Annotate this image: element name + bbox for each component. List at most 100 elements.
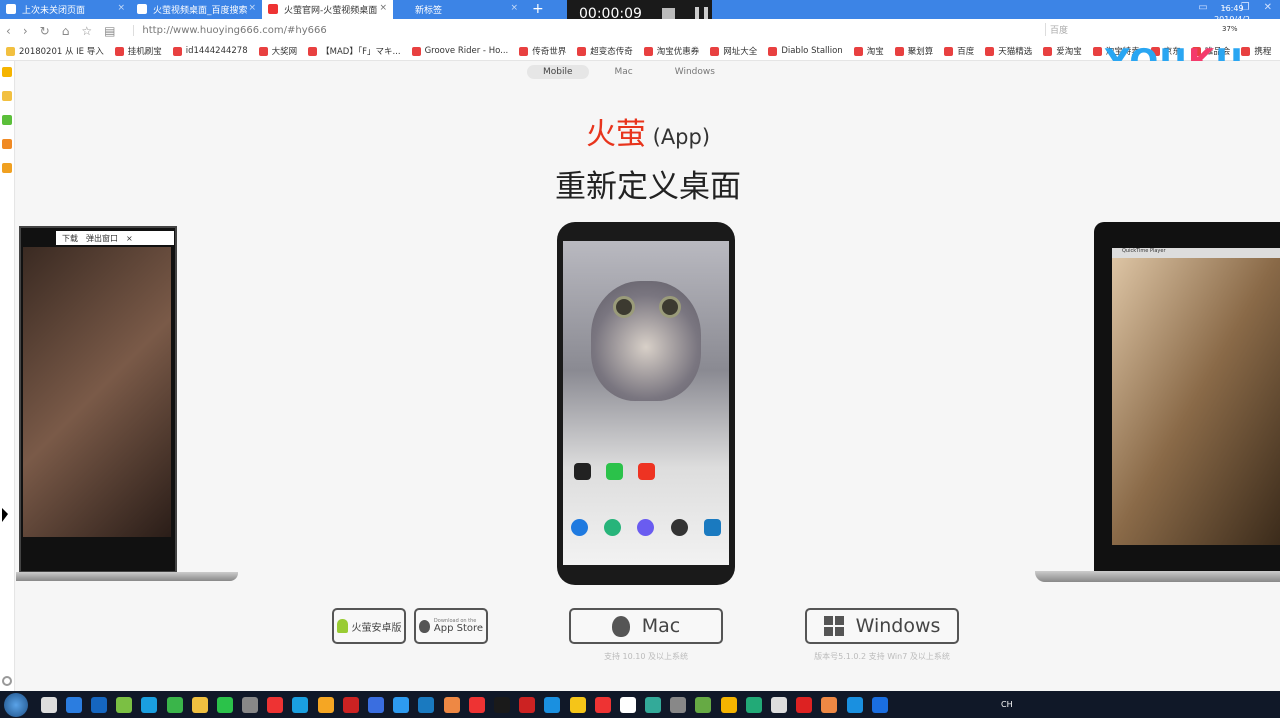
taskbar-app-icon[interactable] [720,696,737,713]
taskbar-app-icon[interactable] [267,696,284,713]
taskbar-app-icon[interactable] [645,696,662,713]
forward-icon[interactable]: › [23,24,28,38]
home-icon[interactable]: ⌂ [62,24,70,38]
new-tab-button[interactable]: + [524,0,552,19]
close-icon[interactable]: × [126,234,133,243]
weibo-icon[interactable] [2,163,12,173]
taskbar-app-icon[interactable] [393,696,410,713]
rss-icon[interactable] [2,139,12,149]
reload-icon[interactable]: ↻ [40,24,50,38]
taskbar-app-icon[interactable] [342,696,359,713]
bookmark-item[interactable]: 百度 [944,45,974,57]
taskbar-app-icon[interactable] [569,696,586,713]
game-icon[interactable] [2,115,12,125]
taskbar-app-icon[interactable] [871,696,888,713]
bookmark-item[interactable]: 携程 [1241,45,1271,57]
taskbar-app-icon[interactable] [166,696,183,713]
url-input[interactable]: http://www.huoying666.com/#hy666 [133,25,327,36]
bookmark-item[interactable]: 超变态传奇 [577,45,633,57]
tab-huoying[interactable]: 火萤官网-火萤视频桌面 × [262,0,393,19]
star-icon[interactable]: ☆ [81,24,92,38]
close-icon[interactable]: × [117,3,125,13]
taskbar-app-icon[interactable] [594,696,611,713]
bookmark-item[interactable]: id1444244278 [173,46,248,56]
bookmark-item[interactable]: 挂机刷宝 [115,45,162,57]
phone-icon[interactable] [571,519,589,536]
bookmark-item[interactable]: 传奇世界 [519,45,566,57]
app-store-button[interactable]: Download on the App Store [414,608,488,644]
camera-icon[interactable] [670,519,688,536]
taskbar-app-icon[interactable] [670,696,687,713]
bookmark-item[interactable]: 天猫精选 [985,45,1032,57]
taskbar-app-icon[interactable] [116,696,133,713]
taskbar-app-icon[interactable] [418,696,435,713]
bookmark-item[interactable]: 网址大全 [710,45,757,57]
taskbar-app-icon[interactable] [493,696,510,713]
qq-icon[interactable] [574,463,591,480]
popout-button[interactable]: 弹出窗口 [86,233,118,244]
taskbar-app-icon[interactable] [468,696,485,713]
windows-download-button[interactable]: Windows [805,608,959,644]
taskbar-app-icon[interactable] [519,696,536,713]
reader-icon[interactable]: ▤ [104,24,115,38]
browser-icon[interactable] [637,519,655,536]
taskbar-app-icon[interactable] [90,696,107,713]
laptop-left-base [16,572,238,581]
tab-mac[interactable]: Mac [599,65,649,79]
tab-restore[interactable]: 上次未关闭页面 × [0,0,131,19]
taskbar-app-icon[interactable] [796,696,813,713]
zoom-level[interactable]: 37% [1222,25,1238,33]
huoying-app-icon[interactable] [638,463,655,480]
taskbar-app-icon[interactable] [695,696,712,713]
taskbar-app-icon[interactable] [141,696,158,713]
taskbar-app-icon[interactable] [368,696,385,713]
tab-windows[interactable]: Windows [659,65,731,79]
taskbar-app-icon[interactable] [443,696,460,713]
bookmark-item[interactable]: Diablo Stallion [768,46,842,56]
bookmark-item[interactable]: 20180201 从 IE 导入 [6,45,104,57]
taskbar-app-icon[interactable] [821,696,838,713]
restore-window-icon[interactable]: ▭ [1198,2,1207,13]
download-button[interactable]: 下载 [62,233,78,244]
taskbar-app-icon[interactable] [771,696,788,713]
notes-icon[interactable] [2,91,12,101]
back-icon[interactable]: ‹ [6,24,11,38]
bookmark-item[interactable]: 大奖网 [259,45,298,57]
messages-icon[interactable] [604,519,622,536]
bookmark-item[interactable]: 淘宝优惠券 [644,45,700,57]
close-icon[interactable]: × [248,3,256,13]
taskbar-app-icon[interactable] [317,696,334,713]
taskbar-app-icon[interactable] [65,696,82,713]
settings-icon[interactable] [2,676,12,686]
search-input[interactable]: 百度 [1045,23,1175,36]
bookmark-item[interactable]: Groove Rider - Ho... [412,46,509,56]
mac-note: 支持 10.10 及以上系统 [604,652,688,661]
bookmark-item[interactable]: 聚划算 [895,45,934,57]
ime-indicator[interactable]: CH [1001,700,1013,709]
tab-baidu[interactable]: 火萤视频桌面_百度搜索 × [131,0,262,19]
taskbar-app-icon[interactable] [544,696,561,713]
gallery-icon[interactable] [703,519,721,536]
taskbar-app-icon[interactable] [191,696,208,713]
taskbar-app-icon[interactable] [846,696,863,713]
bookmark-item[interactable]: 【MAD】「F」マキ... [308,45,400,57]
android-download-button[interactable]: 火萤安卓版 [332,608,406,644]
bookmark-item[interactable]: 爱淘宝 [1043,45,1082,57]
taskbar-app-icon[interactable] [242,696,259,713]
close-icon[interactable]: × [510,3,518,13]
taskbar-app-icon[interactable] [40,696,57,713]
wechat-icon[interactable] [606,463,623,480]
tab-mobile[interactable]: Mobile [527,65,589,79]
taskbar-app-icon[interactable] [745,696,762,713]
taskbar-app-icon[interactable] [292,696,309,713]
close-icon[interactable]: × [379,3,387,13]
taskbar-app-icon[interactable] [619,696,636,713]
tab-new[interactable]: 新标签 × [393,0,524,19]
close-window-icon[interactable]: ✕ [1264,2,1272,13]
system-clock[interactable]: 16:49 2019/4/2 [1214,3,1250,25]
bookmark-item[interactable]: 淘宝 [854,45,884,57]
mac-download-button[interactable]: Mac [569,608,723,644]
favorites-icon[interactable] [2,67,12,77]
taskbar-app-icon[interactable] [216,696,233,713]
start-button[interactable] [4,692,28,717]
